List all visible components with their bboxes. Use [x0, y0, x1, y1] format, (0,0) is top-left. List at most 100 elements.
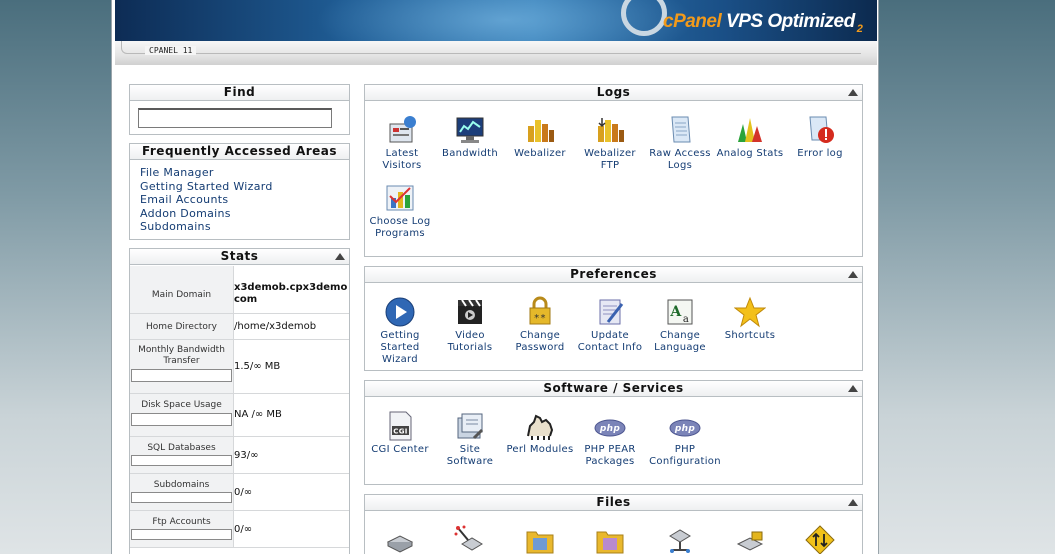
- files-title-text: Files: [596, 495, 631, 509]
- bandwidth-progress-bar: [131, 369, 232, 382]
- pref-item-label: Getting Started Wizard: [380, 330, 420, 365]
- pref-item-update-contact[interactable]: Update Contact Info: [575, 296, 645, 354]
- preferences-title: Preferences: [365, 267, 862, 283]
- software-item-perl-modules[interactable]: Perl Modules: [505, 410, 575, 456]
- software-item-label: Perl Modules: [506, 444, 574, 455]
- pref-item-change-password[interactable]: ** Change Password: [505, 296, 575, 354]
- stats-row-disk-space: Disk Space Usage NA /∞ MB: [130, 394, 349, 437]
- svg-text:php: php: [674, 424, 695, 434]
- bandwidth-icon: [454, 114, 486, 146]
- subdomains-progress-bar: [131, 492, 232, 503]
- stats-title: Stats: [130, 249, 349, 265]
- logs-item-analog-stats[interactable]: Analog Stats: [715, 114, 785, 160]
- svg-text:**: **: [534, 313, 547, 324]
- stats-value: x3demob.cpx3demo com: [234, 282, 348, 305]
- raw-access-logs-icon: [664, 114, 696, 146]
- stats-value: 93/∞: [234, 450, 259, 461]
- files-item-legacy-file-manager[interactable]: [575, 524, 645, 554]
- files-item-backup-wizard[interactable]: [435, 524, 505, 554]
- software-item-php-pear[interactable]: php PHP PEAR Packages: [575, 410, 645, 468]
- backups-icon: [384, 524, 416, 554]
- update-contact-info-icon: [594, 296, 626, 328]
- frequent-link-file-manager[interactable]: File Manager: [140, 166, 339, 180]
- cpanel-brand: cPanel VPS Optimized 2: [663, 11, 863, 35]
- logs-item-webalizer-ftp[interactable]: Webalizer FTP: [575, 114, 645, 172]
- frequent-link-email-accounts[interactable]: Email Accounts: [140, 193, 339, 207]
- logs-title-text: Logs: [596, 85, 631, 99]
- brand-prefix: cPanel: [663, 11, 722, 32]
- find-input[interactable]: [138, 108, 332, 128]
- logs-item-webalizer[interactable]: Webalizer: [505, 114, 575, 160]
- frequent-link-addon-domains[interactable]: Addon Domains: [140, 207, 339, 221]
- collapse-arrow-icon[interactable]: [848, 385, 858, 392]
- stats-row-subdomains: Subdomains 0/∞: [130, 474, 349, 511]
- svg-text:php: php: [599, 424, 620, 434]
- software-item-site-software[interactable]: Site Software: [435, 410, 505, 468]
- pref-item-label: Change Password: [515, 330, 565, 353]
- frequent-link-subdomains[interactable]: Subdomains: [140, 220, 339, 234]
- choose-log-programs-icon: [384, 182, 416, 214]
- analog-stats-icon: [734, 114, 766, 146]
- logs-item-label: Webalizer FTP: [584, 148, 636, 171]
- stats-row-ftp-accounts: Ftp Accounts 0/∞: [130, 511, 349, 548]
- backup-wizard-icon: [454, 524, 486, 554]
- software-title: Software / Services: [365, 381, 862, 397]
- logs-title: Logs: [365, 85, 862, 101]
- collapse-arrow-icon[interactable]: [848, 499, 858, 506]
- logs-item-label: Latest Visitors: [382, 148, 422, 171]
- cpanel-frame: cPanel VPS Optimized 2 CPANEL 11 Find Fre…: [111, 0, 879, 554]
- software-item-php-configuration[interactable]: php PHP Configuration: [645, 410, 725, 468]
- webalizer-ftp-icon: [594, 114, 626, 146]
- collapse-arrow-icon[interactable]: [335, 253, 345, 260]
- pref-item-video-tutorials[interactable]: Video Tutorials: [435, 296, 505, 354]
- logs-item-label: Choose Log Programs: [369, 216, 431, 239]
- logs-item-choose-log-programs[interactable]: Choose Log Programs: [365, 182, 435, 240]
- error-log-icon: [804, 114, 836, 146]
- files-item-web-disk[interactable]: [715, 524, 785, 554]
- version-label: CPANEL 11: [145, 46, 197, 55]
- stats-label: Main Domain: [130, 266, 234, 313]
- software-item-cgi-center[interactable]: CGI CGI Center: [365, 410, 435, 456]
- perl-modules-camel-icon: [524, 410, 556, 442]
- stats-title-text: Stats: [220, 249, 259, 263]
- frequent-list: File Manager Getting Started Wizard Emai…: [130, 160, 349, 240]
- files-item-disk-usage[interactable]: [645, 524, 715, 554]
- logs-item-error-log[interactable]: Error log: [785, 114, 855, 160]
- ftp-accounts-icon: [804, 524, 836, 554]
- disk-usage-icon: [664, 524, 696, 554]
- files-item-file-manager[interactable]: [505, 524, 575, 554]
- collapse-arrow-icon[interactable]: [848, 271, 858, 278]
- collapse-arrow-icon[interactable]: [848, 89, 858, 96]
- legacy-file-manager-folder-icon: [594, 524, 626, 554]
- software-item-label: Site Software: [446, 444, 494, 467]
- logs-item-label: Analog Stats: [716, 148, 784, 159]
- logs-item-latest-visitors[interactable]: Latest Visitors: [367, 114, 437, 172]
- stats-row-main-domain: Main Domain x3demob.cpx3demo com: [130, 266, 349, 314]
- stats-label: Home Directory: [130, 314, 234, 339]
- web-disk-icon: [734, 524, 766, 554]
- logs-item-label: Bandwidth: [442, 148, 498, 159]
- svg-text:CGI: CGI: [393, 428, 407, 436]
- frequent-link-getting-started[interactable]: Getting Started Wizard: [140, 180, 339, 194]
- files-item-ftp-accounts[interactable]: [785, 524, 855, 554]
- stats-value: 0/∞: [234, 524, 253, 535]
- pref-item-getting-started[interactable]: Getting Started Wizard: [365, 296, 435, 366]
- stats-panel: Stats Main Domain x3demob.cpx3demo com H…: [129, 248, 350, 554]
- frequent-panel: Frequently Accessed Areas File Manager G…: [129, 143, 350, 240]
- php-configuration-icon: php: [669, 410, 701, 442]
- video-tutorials-icon: [454, 296, 486, 328]
- svg-text:A: A: [669, 304, 682, 320]
- logs-item-bandwidth[interactable]: Bandwidth: [435, 114, 505, 160]
- pref-item-change-language[interactable]: Aa Change Language: [645, 296, 715, 354]
- frequent-title: Frequently Accessed Areas: [130, 144, 349, 160]
- change-password-icon: **: [524, 296, 556, 328]
- file-manager-folder-icon: [524, 524, 556, 554]
- pref-item-shortcuts[interactable]: Shortcuts: [715, 296, 785, 342]
- software-item-label: CGI Center: [371, 444, 429, 455]
- stats-row-sql-databases: SQL Databases 93/∞: [130, 437, 349, 474]
- files-item-backups[interactable]: [365, 524, 435, 554]
- brand-number: 2: [856, 22, 863, 35]
- logs-item-raw-access-logs[interactable]: Raw Access Logs: [645, 114, 715, 172]
- files-title: Files: [365, 495, 862, 511]
- version-bar: CPANEL 11: [115, 41, 877, 65]
